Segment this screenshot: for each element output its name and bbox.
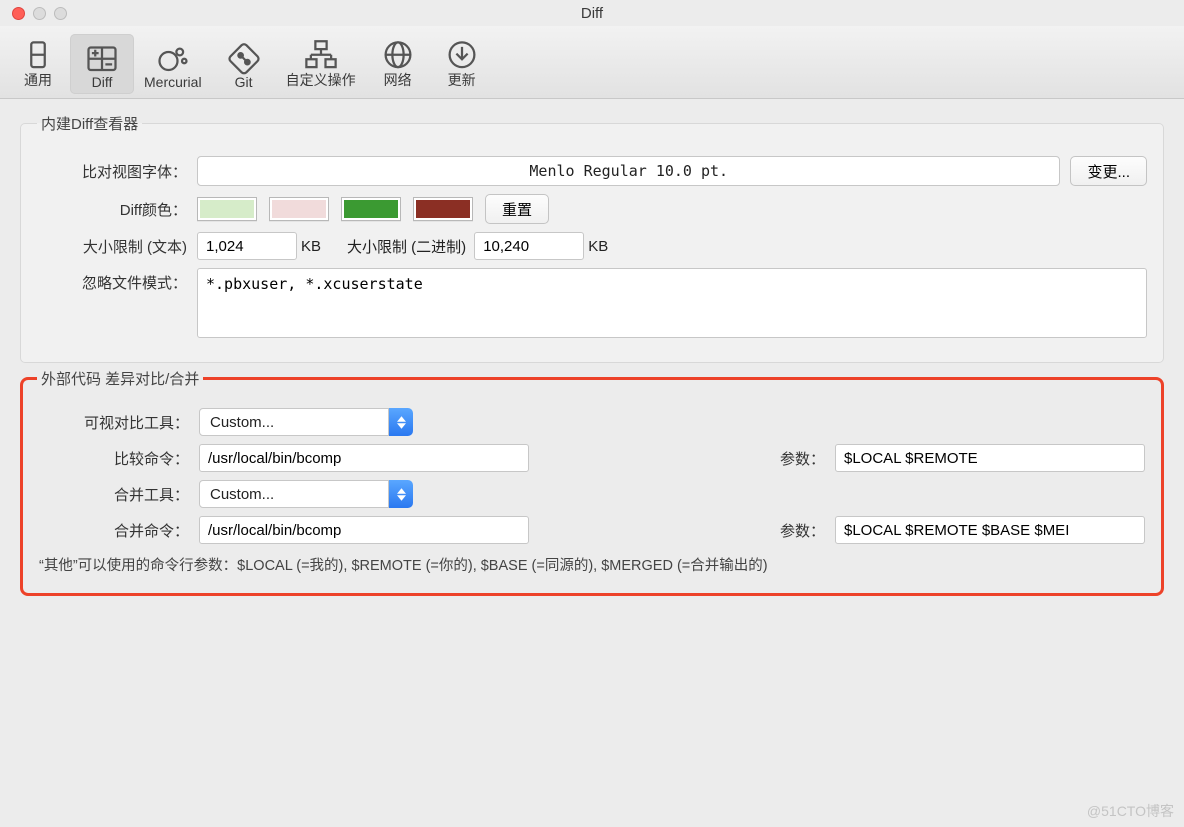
- tab-label: Mercurial: [144, 74, 202, 90]
- custom-actions-icon: [303, 40, 339, 70]
- ignore-label: 忽略文件模式：: [37, 268, 197, 293]
- external-diff-group: 外部代码 差异对比/合并 可视对比工具： Custom... 比较命令： 参数：: [20, 377, 1164, 596]
- tab-label: 通用: [24, 70, 52, 90]
- mercurial-icon: [155, 44, 191, 74]
- diff-cmd-input[interactable]: [199, 444, 529, 472]
- merge-cmd-input[interactable]: [199, 516, 529, 544]
- font-display: Menlo Regular 10.0 pt.: [197, 156, 1060, 186]
- internal-diff-group: 内建Diff查看器 比对视图字体： Menlo Regular 10.0 pt.…: [20, 113, 1164, 363]
- color-swatch-added[interactable]: [197, 197, 257, 221]
- diff-preferences-window: Diff 通用 Diff Mercurial Git: [0, 0, 1184, 827]
- network-icon: [380, 40, 416, 70]
- tab-general[interactable]: 通用: [6, 34, 70, 94]
- merge-args-label: 参数：: [755, 520, 835, 541]
- color-swatch-conflict[interactable]: [413, 197, 473, 221]
- tab-label: 更新: [448, 70, 476, 90]
- unit-kb-2: KB: [588, 238, 608, 255]
- titlebar: Diff: [0, 0, 1184, 26]
- unit-kb: KB: [301, 238, 321, 255]
- tab-diff[interactable]: Diff: [70, 34, 134, 94]
- diff-args-input[interactable]: [835, 444, 1145, 472]
- chevron-updown-icon: [389, 480, 413, 508]
- size-bin-input[interactable]: [474, 232, 584, 260]
- diff-tool-select[interactable]: Custom...: [199, 408, 413, 436]
- merge-tool-label: 合并工具：: [39, 484, 199, 505]
- size-bin-label: 大小限制 (二进制): [347, 236, 466, 257]
- tab-label: 自定义操作: [286, 70, 356, 90]
- change-font-button[interactable]: 变更...: [1070, 156, 1147, 186]
- preferences-toolbar: 通用 Diff Mercurial Git 自定义操作: [0, 26, 1184, 99]
- internal-diff-legend: 内建Diff查看器: [37, 113, 142, 134]
- diff-icon: [84, 44, 120, 74]
- tab-git[interactable]: Git: [212, 34, 276, 94]
- tab-custom-actions[interactable]: 自定义操作: [276, 34, 366, 94]
- tab-update[interactable]: 更新: [430, 34, 494, 94]
- diff-tool-value: Custom...: [199, 408, 389, 436]
- diff-tool-label: 可视对比工具：: [39, 412, 199, 433]
- window-title: Diff: [10, 5, 1174, 22]
- close-icon[interactable]: [12, 7, 25, 20]
- ignore-patterns-input[interactable]: [197, 268, 1147, 338]
- update-icon: [444, 40, 480, 70]
- general-icon: [20, 40, 56, 70]
- diff-args-label: 参数：: [755, 448, 835, 469]
- merge-tool-value: Custom...: [199, 480, 389, 508]
- merge-cmd-label: 合并命令：: [39, 520, 199, 541]
- color-swatch-removed[interactable]: [269, 197, 329, 221]
- tab-network[interactable]: 网络: [366, 34, 430, 94]
- tab-mercurial[interactable]: Mercurial: [134, 34, 212, 94]
- color-swatch-modified[interactable]: [341, 197, 401, 221]
- minimize-icon[interactable]: [33, 7, 46, 20]
- tab-label: 网络: [384, 70, 412, 90]
- font-label: 比对视图字体：: [37, 161, 197, 182]
- chevron-updown-icon: [389, 408, 413, 436]
- external-diff-legend: 外部代码 差异对比/合并: [37, 368, 203, 389]
- merge-args-input[interactable]: [835, 516, 1145, 544]
- tab-label: Git: [235, 74, 253, 90]
- git-icon: [226, 44, 262, 74]
- args-hint: “其他”可以使用的命令行参数：$LOCAL (=我的), $REMOTE (=你…: [39, 554, 1145, 575]
- colors-label: Diff颜色：: [37, 199, 197, 220]
- tab-label: Diff: [92, 74, 113, 90]
- content-area: 内建Diff查看器 比对视图字体： Menlo Regular 10.0 pt.…: [0, 99, 1184, 606]
- diff-cmd-label: 比较命令：: [39, 448, 199, 469]
- size-text-input[interactable]: [197, 232, 297, 260]
- zoom-icon[interactable]: [54, 7, 67, 20]
- traffic-lights: [12, 7, 67, 20]
- merge-tool-select[interactable]: Custom...: [199, 480, 413, 508]
- size-text-label: 大小限制 (文本): [37, 236, 197, 257]
- watermark: @51CTO博客: [1087, 801, 1174, 821]
- reset-colors-button[interactable]: 重置: [485, 194, 549, 224]
